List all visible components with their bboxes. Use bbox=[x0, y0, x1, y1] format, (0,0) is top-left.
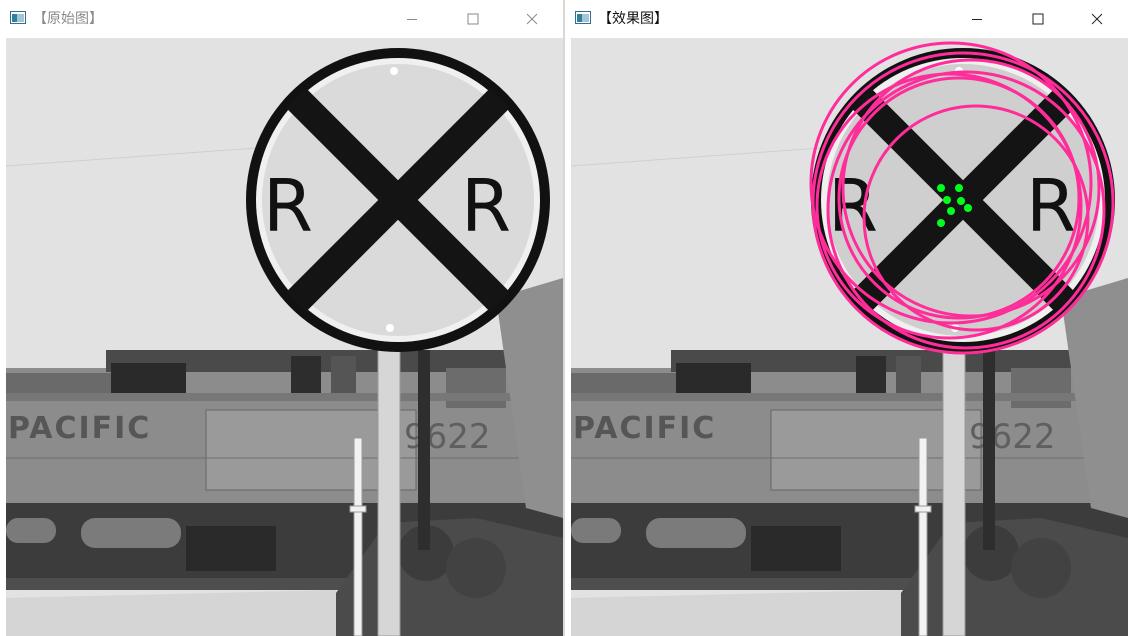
circle-center bbox=[947, 207, 955, 215]
title-bar[interactable]: 【效果图】 bbox=[565, 0, 1128, 38]
maximize-button[interactable] bbox=[450, 0, 496, 38]
scene: PACIFIC 9622 R R bbox=[6, 38, 563, 636]
train-number: 9622 bbox=[404, 417, 491, 457]
close-icon bbox=[526, 13, 538, 25]
minimize-icon bbox=[407, 19, 417, 20]
original-window: 【原始图】 PACIFIC 9622 R R bbox=[0, 0, 563, 636]
maximize-icon bbox=[467, 13, 479, 25]
circle-center bbox=[955, 184, 963, 192]
app-icon bbox=[10, 11, 26, 24]
effect-image: PACIFIC 9622 R R bbox=[571, 38, 1128, 636]
circle-center bbox=[943, 196, 951, 204]
circle-center bbox=[957, 197, 965, 205]
sign-letter-right: R bbox=[461, 164, 511, 248]
maximize-icon bbox=[1032, 13, 1044, 25]
window-title: 【原始图】 bbox=[33, 11, 103, 27]
minimize-icon bbox=[972, 19, 982, 20]
title-bar[interactable]: 【原始图】 bbox=[0, 0, 563, 38]
circle-center bbox=[937, 219, 945, 227]
train-number: 9622 bbox=[969, 417, 1056, 457]
sign-letter-right: R bbox=[1026, 164, 1076, 248]
train-text: PACIFIC bbox=[573, 411, 716, 446]
sign-letter-left: R bbox=[263, 164, 313, 248]
close-button[interactable] bbox=[509, 0, 555, 38]
train-text: PACIFIC bbox=[8, 411, 151, 446]
circle-center bbox=[937, 184, 945, 192]
close-button[interactable] bbox=[1074, 0, 1120, 38]
app-icon bbox=[575, 11, 591, 24]
minimize-button[interactable] bbox=[389, 0, 435, 38]
circle-center bbox=[964, 204, 972, 212]
scene: PACIFIC 9622 R R bbox=[571, 38, 1128, 636]
close-icon bbox=[1091, 13, 1103, 25]
window-title: 【效果图】 bbox=[598, 11, 668, 27]
minimize-button[interactable] bbox=[954, 0, 1000, 38]
original-image: PACIFIC 9622 R R bbox=[6, 38, 563, 636]
maximize-button[interactable] bbox=[1015, 0, 1061, 38]
effect-window: 【效果图】 PACIFIC 9622 R R bbox=[565, 0, 1128, 636]
